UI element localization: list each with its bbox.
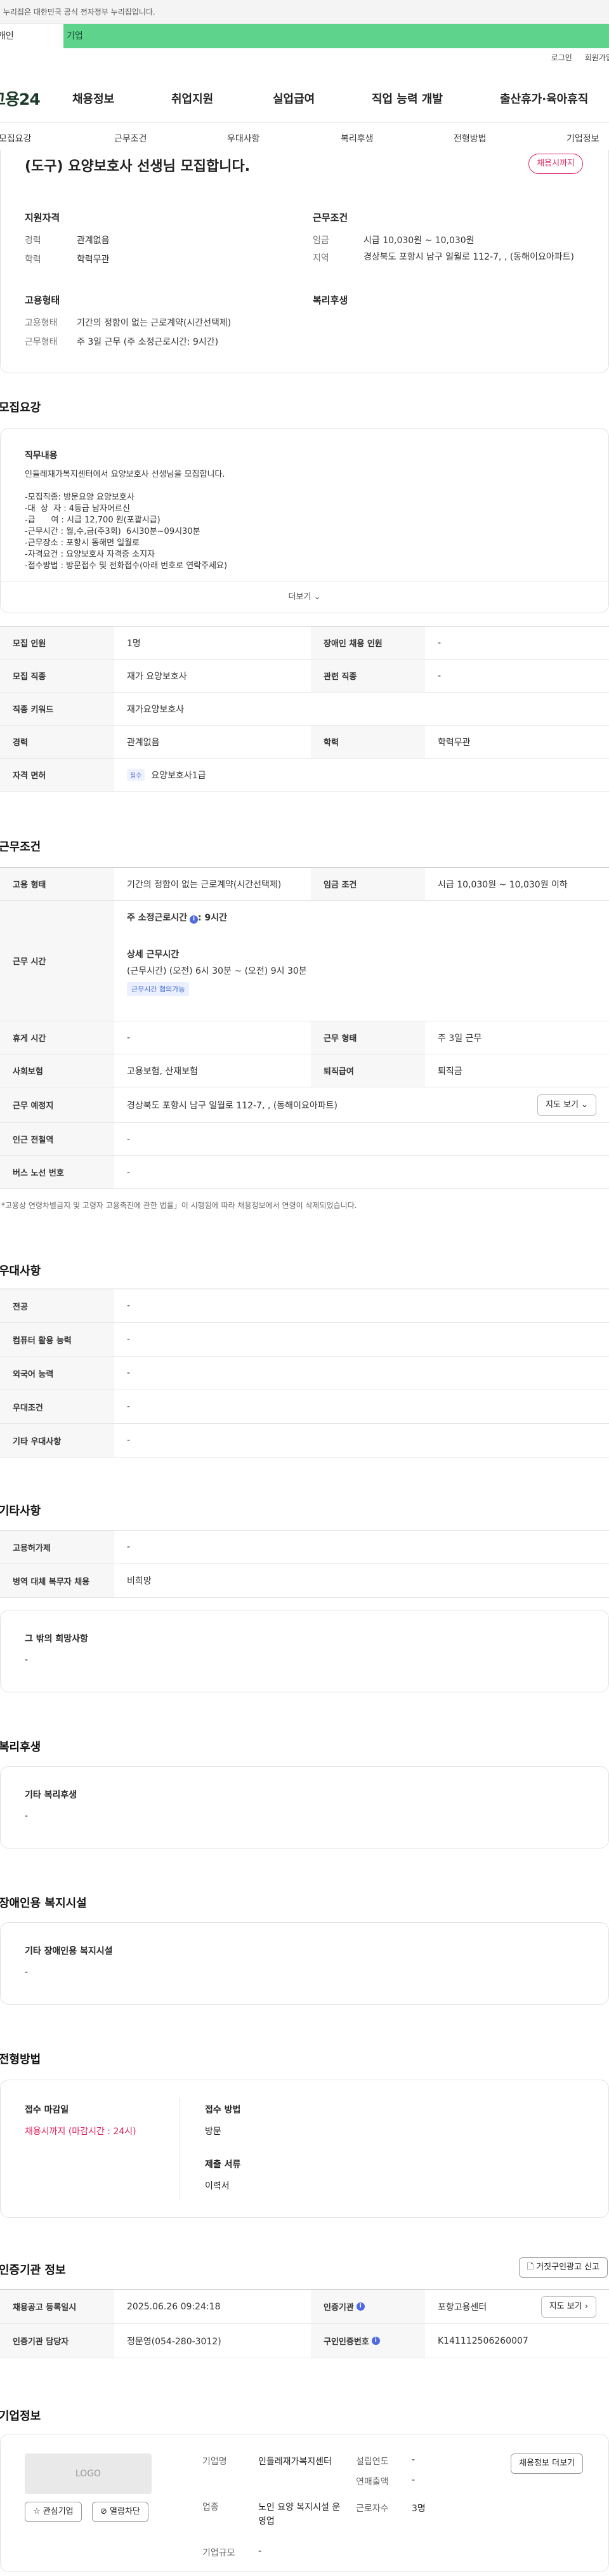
table-row: 전공 - — [0, 1289, 609, 1323]
company-card: LOGO ☆ 관심기업 ⊘ 열람차단 기업명 인들레재가복지센터 설립연도 - … — [0, 2434, 609, 2572]
chevron-down-icon: ⌄ — [581, 1100, 588, 1110]
tab-recruit[interactable]: 모집요강 — [0, 132, 32, 145]
gnb-item-parental-leave[interactable]: 출산휴가·육아휴직 — [500, 90, 588, 107]
table-row: 채용공고 등록일시 2025.06.26 09:24:18 인증기관 i 포항고용… — [0, 2290, 609, 2324]
duty-text: 인들레재가복지센터에서 요양보호사 선생님을 모집합니다. -모집직종: 방문요… — [25, 470, 228, 571]
recruit-table: 모집 인원 1명 장애인 채용 인원 - 모집 직종 재가 요양보호사 관련 직… — [0, 626, 609, 792]
gov-banner: 이 누리집은 대한민국 공식 전자정부 누리집입니다. — [0, 0, 609, 24]
job-title: (도구) 요양보호사 선생님 모집합니다. — [25, 159, 251, 175]
block-view-button[interactable]: ⊘ 열람차단 — [92, 2502, 148, 2522]
welfare-title: 복리후생 — [0, 1741, 41, 1754]
more-button[interactable]: 더보기 ⌄ — [1, 581, 608, 613]
summary-card: (도구) 요양보호사 선생님 모집합니다. 채용시까지 지원자격 근무조건 경력… — [0, 150, 609, 373]
deadline-value: 채용시까지 (마감시간 : 24시) — [25, 2127, 136, 2137]
gov-banner-text: 이 누리집은 대한민국 공식 전자정부 누리집입니다. — [0, 8, 155, 17]
table-row: 버스 노선 번호 - — [0, 1156, 609, 1189]
table-row: 고용 형태 기간의 정함이 없는 근로계약(시간선택제) 임금 조건 시급 10… — [0, 868, 609, 901]
login-link[interactable]: 로그인 — [551, 52, 572, 67]
site-logo[interactable]: 고용24 — [0, 87, 67, 110]
company-title: 기업정보 — [0, 2410, 41, 2423]
table-row: 근무 예정지 경상북도 포항시 남구 일월로 112-7, , (동해이요아파트… — [0, 1087, 609, 1123]
gnb-item-job-training[interactable]: 직업 능력 개발 — [372, 90, 443, 107]
agency-map-button[interactable]: 지도 보기 › — [540, 2296, 596, 2318]
disabled-title: 장애인용 복지시설 — [0, 1897, 87, 1910]
table-row: 컴퓨터 활용 능력 - — [0, 1323, 609, 1357]
tab-company[interactable]: 기업 — [63, 24, 609, 48]
education-kv: 학력 학력무관 — [25, 255, 110, 265]
table-row: 인근 전철역 - — [0, 1123, 609, 1156]
deadline-badge: 채용시까지 — [528, 154, 583, 174]
agency-title: 인증기관 정보 — [0, 2264, 66, 2277]
table-row: 기타 우대사항 - — [0, 1424, 609, 1457]
duty-heading: 직무내용 — [25, 451, 58, 461]
etc-table: 고용허가제 - 병역 대체 복무자 채용 비희망 — [0, 1530, 609, 1598]
workcond-title: 근무조건 — [0, 840, 41, 854]
screening-title: 전형방법 — [0, 2053, 41, 2066]
table-row: 자격 면허 필수 요양보호사1급 — [0, 759, 609, 792]
report-false-ad-button[interactable]: 🗋 거짓구인광고 신고 — [518, 2257, 608, 2278]
table-row: 휴게 시간 - 근무 형태 주 3일 근무 — [0, 1021, 609, 1054]
util-links: 로그인 회원가입 — [551, 52, 609, 67]
table-row: 모집 직종 재가 요양보호사 관련 직종 - — [0, 660, 609, 693]
tab-company[interactable]: 기업정보 — [566, 132, 599, 145]
etc-title: 기타사항 — [0, 1504, 41, 1518]
info-icon[interactable]: i — [356, 2302, 365, 2311]
tab-workcond[interactable]: 근무조건 — [114, 132, 147, 145]
map-button[interactable]: 지도 보기 ⌄ — [537, 1094, 596, 1116]
tab-welfare[interactable]: 복리후생 — [341, 132, 374, 145]
table-row: 경력 관계없음 학력 학력무관 — [0, 726, 609, 759]
chevron-right-icon: › — [584, 2302, 588, 2311]
recruit-title: 모집요강 — [0, 401, 41, 415]
signup-link[interactable]: 회원가입 — [585, 52, 609, 67]
gnb-item-unemployment-benefit[interactable]: 실업급여 — [273, 90, 315, 107]
agency-table: 채용공고 등록일시 2025.06.26 09:24:18 인증기관 i 포항고용… — [0, 2289, 609, 2358]
table-row: 근무 시간 주 소정근로시간 i: 9시간 상세 근무시간 (근무시간) (오전)… — [0, 901, 609, 1021]
star-icon: ☆ — [33, 2507, 41, 2516]
duty-card: 직무내용 인들레재가복지센터에서 요양보호사 선생님을 모집합니다. -모집직종… — [0, 428, 609, 613]
user-tabs: 개인 기업 — [0, 24, 609, 48]
screening-card: 접수 마감일 채용시까지 (마감시간 : 24시) 접수 방법 방문 제출 서류… — [0, 2080, 609, 2218]
welfare-heading: 복리후생 — [313, 295, 348, 306]
disabled-card: 기타 장애인용 복지시설 - — [0, 1922, 609, 2005]
gnb-item-employment-support[interactable]: 취업지원 — [171, 90, 213, 107]
info-icon[interactable]: i — [190, 915, 199, 924]
table-row: 외국어 능력 - — [0, 1357, 609, 1390]
time-negotiable-badge: 근무시간 협의가능 — [127, 982, 190, 996]
table-row: 고용허가제 - — [0, 1530, 609, 1564]
table-row: 모집 인원 1명 장애인 채용 인원 - — [0, 627, 609, 660]
global-nav: 고용24 채용정보 취업지원 실업급여 직업 능력 개발 출산휴가·육아휴직 — [0, 81, 609, 116]
welfare-card: 기타 복리후생 - — [0, 1766, 609, 1849]
company-logo: LOGO — [25, 2453, 152, 2494]
info-icon[interactable]: i — [371, 2337, 380, 2345]
wish-card: 그 밖의 희망사항 - — [0, 1610, 609, 1692]
required-badge: 필수 — [127, 769, 145, 781]
chevron-down-icon: ⌄ — [313, 592, 321, 602]
table-row: 사회보험 고용보험, 산재보험 퇴직급여 퇴직금 — [0, 1054, 609, 1087]
tab-personal[interactable]: 개인 — [0, 24, 63, 48]
company-jobs-button[interactable]: 채용정보 더보기 — [511, 2453, 583, 2474]
emptype-heading: 고용형태 — [25, 295, 60, 306]
emptype-kv: 고용형태 기간의 정함이 없는 근로계약(시간선택제) — [25, 318, 232, 328]
pref-table: 전공 - 컴퓨터 활용 능력 - 외국어 능력 - 우대조건 - 기타 우대사항 - — [0, 1289, 609, 1457]
age-note: *고용상 연령차별금지 및 고령자 고용촉진에 관한 법률」이 시행됨에 따라 … — [1, 1201, 357, 1210]
document-icon: 🗋 — [527, 2262, 534, 2272]
condition-heading: 근무조건 — [313, 212, 348, 223]
career-kv: 경력 관계없음 — [25, 236, 110, 246]
workcond-table: 고용 형태 기간의 정함이 없는 근로계약(시간선택제) 임금 조건 시급 10… — [0, 867, 609, 1189]
table-row: 인증기관 담당자 정문영(054-280-3012) 구인인증번호 i K1411… — [0, 2324, 609, 2358]
table-row: 우대조건 - — [0, 1390, 609, 1424]
table-row: 직종 키워드 재가요양보호사 — [0, 693, 609, 726]
region-kv: 지역 경상북도 포항시 남구 일월로 112-7, , (동해이요아파트) — [313, 252, 574, 263]
worktype-kv: 근무형태 주 3일 근무 (주 소정근로시간: 9시간) — [25, 337, 219, 347]
gnb-menu: 채용정보 취업지원 실업급여 직업 능력 개발 출산휴가·육아휴직 — [67, 89, 609, 108]
qualification-heading: 지원자격 — [25, 212, 60, 223]
pref-title: 우대사항 — [0, 1265, 41, 1278]
wage-kv: 임금 시급 10,030원 ~ 10,030원 — [313, 236, 475, 246]
block-icon: ⊘ — [100, 2507, 107, 2516]
favorite-company-button[interactable]: ☆ 관심기업 — [25, 2502, 82, 2522]
gnb-item-jobs[interactable]: 채용정보 — [72, 90, 114, 107]
tab-screening[interactable]: 전형방법 — [454, 132, 487, 145]
table-row: 병역 대체 복무자 채용 비희망 — [0, 1564, 609, 1598]
tab-preference[interactable]: 우대사항 — [227, 132, 260, 145]
